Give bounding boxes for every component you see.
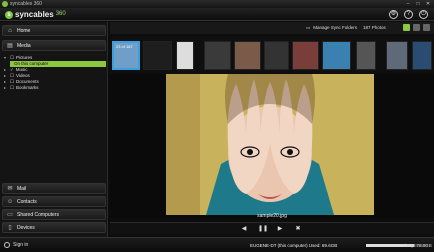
photo-image xyxy=(166,74,374,215)
contacts-icon: ☺ xyxy=(7,198,14,205)
thumbnail[interactable] xyxy=(176,41,194,70)
devices-icon: ▯ xyxy=(8,225,12,231)
list-view-icon[interactable] xyxy=(413,24,420,31)
syncables-logo-icon: s xyxy=(5,10,13,19)
brand-version: 360 xyxy=(55,11,66,17)
window-title: syncables 360 xyxy=(10,1,42,7)
window-titlebar: syncables 360 – □ ✕ xyxy=(0,0,434,8)
mail-icon: ✉ xyxy=(7,186,13,192)
sidebar-item-label: Devices xyxy=(17,224,35,231)
media-tree: ▾ ☐ Pictures On this computer ▸ ✓ Music … xyxy=(4,55,106,91)
thumbnail[interactable] xyxy=(356,41,376,70)
status-bar: Sign in EUGENE-DT (this computer) Used: … xyxy=(0,237,434,252)
brand-logo: s syncables 360 xyxy=(5,10,66,19)
computers-icon: ▭ xyxy=(7,212,13,218)
thumbnail[interactable] xyxy=(264,41,289,70)
sidebar-item-media[interactable]: ▤ Media xyxy=(2,40,106,51)
pause-icon[interactable]: ❚❚ xyxy=(258,225,268,233)
sign-in-button[interactable]: Sign in xyxy=(4,242,28,248)
sidebar-item-devices[interactable]: ▯ Devices xyxy=(2,222,106,233)
photo-count: 187 Photos xyxy=(363,25,386,30)
sidebar: ⌂ Home ▤ Media ▾ ☐ Pictures On this comp… xyxy=(0,22,108,252)
photo-preview[interactable] xyxy=(166,74,374,215)
manage-sync-folders-button[interactable]: ▭ Manage Sync Folders xyxy=(306,24,357,31)
photo-filename: sample20.jpg xyxy=(257,213,287,219)
sidebar-item-shared-computers[interactable]: ▭ Shared Computers xyxy=(2,209,106,220)
manage-sync-folders-label: Manage Sync Folders xyxy=(313,25,358,30)
thumbnail[interactable] xyxy=(292,41,319,70)
expand-arrow-icon[interactable]: ▾ xyxy=(4,55,8,61)
tree-item-bookmarks[interactable]: ▸ ☐ Bookmarks xyxy=(4,85,106,91)
sidebar-item-home[interactable]: ⌂ Home xyxy=(2,25,106,36)
slideshow-view-icon[interactable] xyxy=(423,24,430,31)
power-icon[interactable]: ⏻ xyxy=(419,10,428,19)
app-logo-icon xyxy=(2,1,8,7)
thumbnail[interactable] xyxy=(204,41,231,70)
sidebar-item-label: Shared Computers xyxy=(17,211,59,218)
tree-item-label: Bookmarks xyxy=(16,85,39,90)
expand-arrow-icon[interactable]: ▸ xyxy=(4,85,8,91)
sign-in-label: Sign in xyxy=(13,242,29,248)
storage-status: EUGENE-DT (this computer) Used: 69.6GB xyxy=(250,243,338,248)
thumbnail-strip: 23 of 187 xyxy=(110,37,434,74)
next-icon[interactable]: ▶ xyxy=(276,225,284,233)
checkbox-icon[interactable]: ☐ xyxy=(10,85,14,91)
minimize-button[interactable]: – xyxy=(404,1,412,7)
home-icon: ⌂ xyxy=(8,27,12,34)
shuffle-icon[interactable]: ✖ xyxy=(294,225,302,233)
sidebar-item-label: Contacts xyxy=(17,198,37,205)
brand-name: syncables xyxy=(15,10,54,19)
thumbnail-selected[interactable]: 23 of 187 xyxy=(112,41,140,70)
user-icon xyxy=(4,242,10,248)
thumbnail[interactable] xyxy=(322,41,351,70)
grid-view-icon[interactable] xyxy=(403,24,410,31)
sidebar-item-label: Mail xyxy=(17,185,27,192)
thumbnail[interactable] xyxy=(143,41,172,70)
storage-total: / 90pt 78.0GB xyxy=(404,243,432,248)
media-icon: ▤ xyxy=(7,43,13,49)
close-button[interactable]: ✕ xyxy=(424,1,432,7)
maximize-button[interactable]: □ xyxy=(414,1,422,7)
sidebar-item-label: Home xyxy=(17,27,31,34)
photo-viewer xyxy=(110,74,434,218)
folder-icon: ▭ xyxy=(306,25,311,30)
brand-bar: s syncables 360 ⚙ ? ⏻ xyxy=(0,8,434,21)
sidebar-item-contacts[interactable]: ☺ Contacts xyxy=(2,196,106,207)
playback-controls: ◀ ❚❚ ▶ ✖ xyxy=(110,222,434,234)
thumbnail[interactable] xyxy=(386,41,408,70)
thumbnail[interactable] xyxy=(234,41,261,70)
thumbnail[interactable] xyxy=(412,41,432,70)
sidebar-item-label: Media xyxy=(17,42,31,49)
thumbnail-caption: 23 of 187 xyxy=(116,44,133,49)
sidebar-item-mail[interactable]: ✉ Mail xyxy=(2,183,106,194)
gear-icon[interactable]: ⚙ xyxy=(389,10,398,19)
help-icon[interactable]: ? xyxy=(404,10,413,19)
prev-icon[interactable]: ◀ xyxy=(240,225,248,233)
media-toolbar: ▭ Manage Sync Folders 187 Photos xyxy=(110,22,434,34)
